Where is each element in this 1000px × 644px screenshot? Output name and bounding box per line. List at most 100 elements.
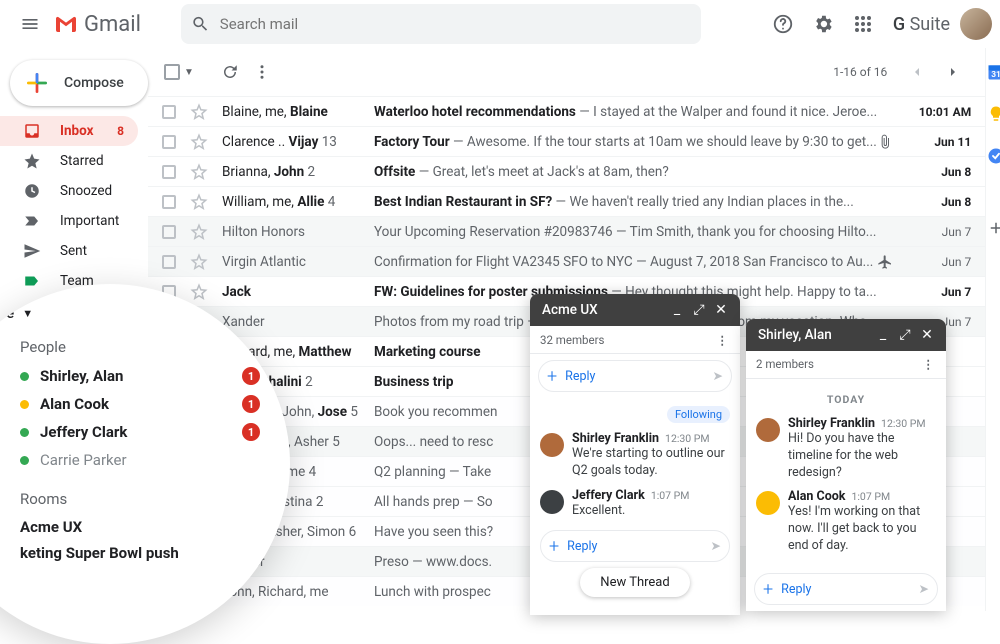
star-icon[interactable] bbox=[190, 163, 208, 181]
row-date: 10:01 AM bbox=[901, 105, 971, 119]
row-content: Offsite — Great, let's meet at Jack's at… bbox=[374, 164, 877, 180]
row-content: Confirmation for Flight VA2345 SFO to NY… bbox=[374, 254, 877, 270]
star-icon[interactable] bbox=[190, 103, 208, 121]
row-sender: Xander bbox=[222, 314, 374, 330]
minimize-icon[interactable]: _ bbox=[872, 327, 894, 343]
message-time: 12:30 PM bbox=[665, 432, 710, 445]
star-icon[interactable] bbox=[190, 223, 208, 241]
next-page-button[interactable] bbox=[937, 56, 969, 88]
chat-more-icon[interactable]: ⋮ bbox=[717, 333, 731, 347]
email-row[interactable]: Clarence .. Vijay 13Factory Tour — Aweso… bbox=[148, 126, 985, 156]
row-date: Jun 7 bbox=[901, 255, 971, 269]
page-count: 1-16 of 16 bbox=[833, 65, 887, 79]
sidebar-item-sent[interactable]: Sent bbox=[0, 236, 138, 266]
person-carrie-parker[interactable]: Carrie Parker bbox=[20, 446, 260, 474]
close-icon[interactable]: ✕ bbox=[916, 327, 938, 343]
side-rail: 31 bbox=[985, 48, 1000, 611]
message-avatar bbox=[540, 433, 564, 457]
inbox-icon bbox=[22, 121, 42, 141]
rooms-header: Rooms bbox=[20, 490, 260, 508]
message-text: Excellent. bbox=[572, 503, 689, 520]
chat-message: Alan Cook1:07 PMYes! I'm working on that… bbox=[756, 485, 936, 559]
settings-button[interactable] bbox=[803, 4, 843, 44]
gmail-logo[interactable]: Gmail bbox=[54, 12, 141, 37]
message-author: Shirley Franklin bbox=[572, 431, 659, 446]
more-button[interactable] bbox=[246, 56, 278, 88]
following-badge[interactable]: Following bbox=[667, 406, 730, 423]
star-icon[interactable] bbox=[190, 283, 208, 301]
chat-reply-input[interactable]: +Reply➤ bbox=[754, 573, 938, 605]
person-shirley-alan[interactable]: Shirley, Alan1 bbox=[20, 362, 260, 390]
email-row[interactable]: Hilton HonorsYour Upcoming Reservation #… bbox=[148, 216, 985, 246]
person-jeffery-clark[interactable]: Jeffery Clark1 bbox=[20, 418, 260, 446]
email-row[interactable]: Brianna, John 2Offsite — Great, let's me… bbox=[148, 156, 985, 186]
people-header: People3 bbox=[20, 338, 260, 356]
search-bar[interactable] bbox=[181, 4, 701, 44]
sidebar-item-snoozed[interactable]: Snoozed bbox=[0, 176, 138, 206]
chat-reply-input[interactable]: +Reply➤ bbox=[538, 360, 732, 392]
chat-panel-dm: Shirley, Alan _ ⤢ ✕ 2 members⋮ TODAY Shi… bbox=[746, 319, 946, 611]
compose-plus-icon bbox=[24, 70, 50, 96]
select-all-checkbox[interactable] bbox=[164, 64, 180, 80]
row-date: Jun 8 bbox=[901, 195, 971, 209]
email-row[interactable]: Blaine, me, BlaineWaterloo hotel recomme… bbox=[148, 96, 985, 126]
row-sender: Jack bbox=[222, 284, 374, 300]
tasks-icon[interactable] bbox=[986, 146, 1000, 166]
search-icon bbox=[191, 14, 210, 34]
add-addon-button[interactable] bbox=[986, 218, 1000, 238]
row-checkbox[interactable] bbox=[162, 105, 176, 119]
keep-icon[interactable] bbox=[986, 104, 1000, 124]
star-icon bbox=[22, 151, 42, 171]
chat-header[interactable]: Shirley, Alan _ ⤢ ✕ bbox=[746, 319, 946, 351]
row-sender: Blaine, me, Blaine bbox=[222, 104, 374, 120]
message-time: 12:30 PM bbox=[881, 417, 926, 430]
close-icon[interactable]: ✕ bbox=[710, 302, 732, 318]
minimize-icon[interactable]: _ bbox=[666, 302, 688, 318]
room-item[interactable]: Acme UX bbox=[20, 514, 260, 540]
sidebar-item-starred[interactable]: Starred bbox=[0, 146, 138, 176]
email-row[interactable]: William, me, Allie 4Best Indian Restaura… bbox=[148, 186, 985, 216]
new-thread-button[interactable]: New Thread bbox=[580, 568, 690, 597]
chat-more-icon[interactable]: ⋮ bbox=[923, 357, 937, 371]
message-time: 1:07 PM bbox=[651, 489, 690, 502]
main-menu-button[interactable] bbox=[8, 2, 52, 46]
refresh-button[interactable] bbox=[214, 56, 246, 88]
gmail-logo-text: Gmail bbox=[84, 12, 141, 37]
row-checkbox[interactable] bbox=[162, 225, 176, 239]
calendar-icon[interactable]: 31 bbox=[986, 62, 1000, 82]
sidebar-item-inbox[interactable]: Inbox8 bbox=[0, 116, 138, 146]
room-item[interactable]: keting Super Bowl push bbox=[20, 540, 260, 566]
help-button[interactable] bbox=[763, 4, 803, 44]
prev-page-button[interactable] bbox=[901, 56, 933, 88]
row-sender: Brianna, John 2 bbox=[222, 164, 374, 180]
important-icon bbox=[22, 211, 42, 231]
chat-reply-input-2[interactable]: +Reply➤ bbox=[540, 530, 730, 562]
person-alan-cook[interactable]: Alan Cook1 bbox=[20, 390, 260, 418]
row-sender: Clarence .. Vijay 13 bbox=[222, 134, 374, 150]
sidebar-item-important[interactable]: Important bbox=[0, 206, 138, 236]
chat-message: Shirley Franklin12:30 PMWe're starting t… bbox=[540, 427, 730, 484]
chat-message: Shirley Franklin12:30 PMHi! Do you have … bbox=[756, 412, 936, 486]
row-content: Waterloo hotel recommendations — I staye… bbox=[374, 104, 877, 120]
expand-icon[interactable]: ⤢ bbox=[688, 302, 710, 318]
row-sender: John, Richard, me bbox=[222, 584, 374, 600]
chat-header[interactable]: Acme UX _ ⤢ ✕ bbox=[530, 294, 740, 326]
email-row[interactable]: Virgin AtlanticConfirmation for Flight V… bbox=[148, 246, 985, 276]
apps-button[interactable] bbox=[843, 4, 883, 44]
select-dropdown[interactable]: ▼ bbox=[184, 67, 194, 78]
account-avatar[interactable] bbox=[960, 8, 992, 40]
star-icon[interactable] bbox=[190, 193, 208, 211]
clock-icon bbox=[22, 181, 42, 201]
compose-button[interactable]: Compose bbox=[10, 60, 148, 106]
row-checkbox[interactable] bbox=[162, 255, 176, 269]
send-icon[interactable]: ➤ bbox=[713, 368, 723, 384]
expand-icon[interactable]: ⤢ bbox=[894, 327, 916, 343]
send-icon[interactable]: ➤ bbox=[919, 581, 929, 597]
star-icon[interactable] bbox=[190, 253, 208, 271]
message-avatar bbox=[540, 490, 564, 514]
row-checkbox[interactable] bbox=[162, 135, 176, 149]
row-checkbox[interactable] bbox=[162, 195, 176, 209]
row-checkbox[interactable] bbox=[162, 165, 176, 179]
search-input[interactable] bbox=[220, 15, 691, 33]
star-icon[interactable] bbox=[190, 133, 208, 151]
